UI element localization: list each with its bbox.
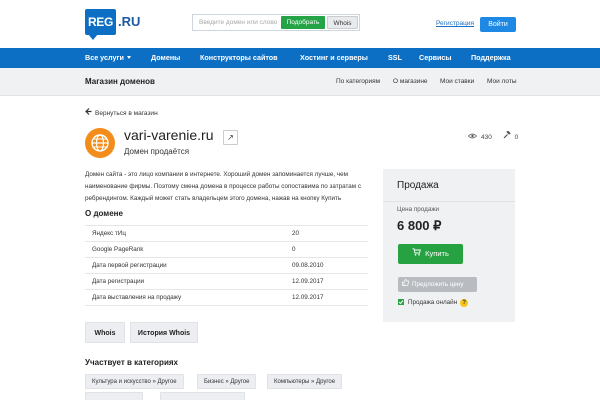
subnav-my-bids[interactable]: Мои ставки [440,68,474,96]
nav-all-services[interactable]: Все услуги [85,48,131,68]
login-button[interactable]: Войти [480,17,516,32]
row-value: 12.09.2017 [292,289,368,306]
about-domain-title: О домене [85,209,123,218]
cart-icon [412,244,422,264]
bids-count: 0 [514,134,519,141]
lot-stats: 430 0 [467,130,519,141]
row-value: 20 [292,225,368,242]
online-sale-label: Продажа онлайн [408,299,458,306]
table-row: Google PageRank 0 [85,241,368,258]
category-chip[interactable] [160,392,245,400]
whois-button[interactable]: Whois [327,16,358,29]
main-nav: Все услуги Домены Конструкторы сайтов Хо… [0,48,600,68]
shop-title[interactable]: Магазин доменов [85,68,155,96]
external-link-icon: ↗ [227,133,234,142]
domain-status: Домен продаётся [124,147,190,156]
row-key: Дата регистрации [85,273,292,290]
chevron-down-icon [126,56,131,59]
row-value: 09.08.2010 [292,257,368,274]
nav-ssl[interactable]: SSL [388,48,402,68]
thumb-up-icon [402,277,409,292]
subnav-about-shop[interactable]: О магазине [393,68,428,96]
table-row: Яндекс тИц 20 [85,225,368,242]
subnav-my-lots[interactable]: Мои лоты [487,68,517,96]
checkbox-checked-icon[interactable] [398,299,404,305]
row-key: Дата первой регистрации [85,257,292,274]
globe-icon [85,128,115,158]
arrow-left-icon [85,108,92,117]
categories-title: Участвует в категориях [85,358,178,367]
logo-suffix: .RU [118,14,141,29]
domain-description: Домен сайта - это лицо компании в интерн… [85,171,362,202]
logo-badge: REG [85,9,116,40]
buy-button-label: Купить [425,249,449,258]
back-link-label: Вернуться в магазин [95,110,158,117]
row-value: 0 [292,241,368,258]
offer-button-label: Предложить цену [412,281,464,288]
category-chip[interactable]: Компьютеры » Другое [267,374,343,389]
help-icon[interactable]: ? [460,299,469,307]
views-count: 430 [481,134,492,141]
register-link[interactable]: Регистрация [436,20,474,27]
nav-label: Все услуги [85,53,124,62]
nav-domains[interactable]: Домены [151,48,180,68]
sale-price: 6 800 ₽ [397,218,442,233]
row-key: Яндекс тИц [85,225,292,242]
buy-button[interactable]: Купить [398,244,463,264]
online-sale-option: Продажа онлайн? [398,299,469,307]
reg-ru-logo[interactable]: REG .RU [85,9,141,40]
price-label: Цена продажи [397,206,440,213]
nav-support[interactable]: Поддержка [471,48,511,68]
table-row: Дата первой регистрации 09.08.2010 [85,257,368,274]
table-row: Дата регистрации 12.09.2017 [85,273,368,290]
category-chip[interactable] [85,392,143,400]
top-header: REG .RU Подобрать Whois Регистрация Войт… [0,0,600,48]
row-key: Google PageRank [85,241,292,258]
divider [383,201,515,202]
sale-title: Продажа [397,180,439,191]
row-value: 12.09.2017 [292,273,368,290]
nav-services[interactable]: Сервисы [419,48,452,68]
row-key: Дата выставления на продажу [85,289,292,306]
domain-search-input[interactable] [193,15,281,30]
auction-hammer-icon [503,130,511,141]
sale-panel: Продажа Цена продажи 6 800 ₽ Купить Пред… [383,169,515,322]
open-external-button[interactable]: ↗ [223,130,238,145]
whois-history-tab-button[interactable]: История Whois [130,322,198,343]
domain-search: Подобрать Whois [192,14,360,31]
domain-name: vari-varenie.ru [124,127,214,143]
category-chip[interactable]: Бизнес » Другое [197,374,257,389]
eye-icon [467,133,478,141]
table-row: Дата выставления на продажу 12.09.2017 [85,289,368,306]
back-to-shop-link[interactable]: Вернуться в магазин [85,108,158,117]
category-chip[interactable]: Культура и искусство » Другое [85,374,184,389]
find-domain-button[interactable]: Подобрать [281,16,325,29]
shop-subnav: Магазин доменов По категориям О магазине… [0,68,600,96]
offer-price-button[interactable]: Предложить цену [398,277,477,292]
nav-hosting[interactable]: Хостинг и серверы [300,48,368,68]
subnav-by-category[interactable]: По категориям [336,68,380,96]
domain-info-table: Яндекс тИц 20 Google PageRank 0 Дата перво… [85,225,368,306]
whois-tab-button[interactable]: Whois [85,322,125,343]
nav-site-builders[interactable]: Конструкторы сайтов [200,48,278,68]
